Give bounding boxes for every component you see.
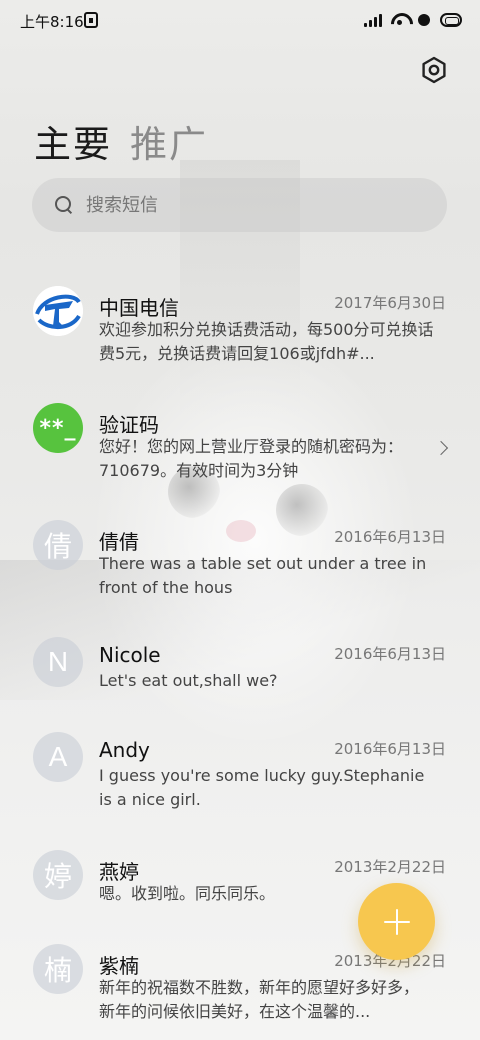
verification-code-avatar: **_ <box>33 403 83 453</box>
avatar: 楠 <box>33 944 83 994</box>
conversation-item[interactable]: A Andy 2016年6月13日 I guess you're some lu… <box>0 732 480 828</box>
signal-icon <box>364 13 382 27</box>
avatar: A <box>33 732 83 782</box>
contact-name: Nicole <box>99 643 161 667</box>
telecom-logo-icon <box>33 286 83 336</box>
contact-name: 验证码 <box>99 413 159 437</box>
status-bar: 上午8:16 <box>0 0 480 40</box>
notification-icon <box>84 12 98 28</box>
contact-name: Andy <box>99 738 150 762</box>
search-input[interactable] <box>86 194 406 216</box>
conversation-item[interactable]: 楠 紫楠 2013年2月22日 新年的祝福数不胜数，新年的愿望好多好多，新年的问… <box>0 944 480 1040</box>
battery-icon <box>440 13 462 27</box>
avatar: 婷 <box>33 850 83 900</box>
plus-icon <box>383 908 410 935</box>
message-date: 2016年6月13日 <box>334 645 446 663</box>
message-preview: 欢迎参加积分兑换话费活动，每500分可兑换话费5元，兑换话费请回复106或jfd… <box>99 320 434 363</box>
wifi-icon <box>390 13 408 27</box>
search-icon <box>54 195 74 215</box>
contact-name: 倩倩 <box>99 530 139 554</box>
message-preview: There was a table set out under a tree i… <box>99 554 427 597</box>
chevron-right-icon <box>433 440 449 456</box>
message-preview: Let's eat out,shall we? <box>99 671 278 690</box>
message-date: 2017年6月30日 <box>334 294 446 312</box>
message-date: 2016年6月13日 <box>334 740 446 758</box>
contact-name: 中国电信 <box>99 296 179 320</box>
status-icons <box>364 10 462 30</box>
settings-button[interactable] <box>418 54 450 86</box>
contact-name: 紫楠 <box>99 954 139 978</box>
conversation-item[interactable]: N Nicole 2016年6月13日 Let's eat out,shall … <box>0 637 480 733</box>
avatar: 倩 <box>33 520 83 570</box>
status-time: 上午8:16 <box>20 13 84 31</box>
tab-promotions[interactable]: 推广 <box>130 114 208 168</box>
avatar: N <box>33 637 83 687</box>
search-bar[interactable] <box>32 178 447 232</box>
message-preview: 您好！您的网上营业厅登录的随机密码为：710679。有效时间为3分钟 <box>99 437 404 480</box>
settings-hex-icon <box>422 56 446 84</box>
conversation-item[interactable]: 中国电信 2017年6月30日 欢迎参加积分兑换话费活动，每500分可兑换话费5… <box>0 286 480 382</box>
new-message-button[interactable] <box>358 883 435 960</box>
contact-name: 燕婷 <box>99 860 139 884</box>
message-date: 2013年2月22日 <box>334 858 446 876</box>
message-date: 2016年6月13日 <box>334 528 446 546</box>
conversation-item[interactable]: 倩 倩倩 2016年6月13日 There was a table set ou… <box>0 520 480 616</box>
pet-icon <box>416 12 432 28</box>
message-preview: 新年的祝福数不胜数，新年的愿望好多好多，新年的问候依旧美好，在这个温馨的... <box>99 978 420 1021</box>
conversation-item[interactable]: **_ 验证码 您好！您的网上营业厅登录的随机密码为：710679。有效时间为3… <box>0 403 480 499</box>
tab-primary[interactable]: 主要 <box>34 114 112 168</box>
tab-bar: 主要 推广 <box>34 114 208 168</box>
message-preview: I guess you're some lucky guy.Stephanie … <box>99 766 425 809</box>
